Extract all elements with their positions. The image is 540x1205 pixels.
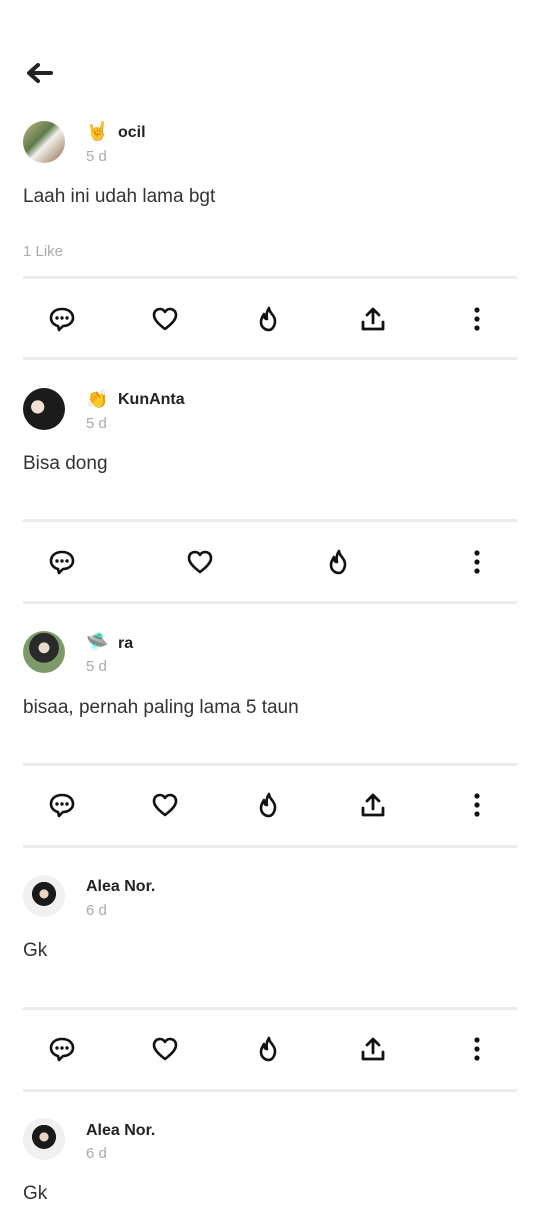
timestamp: 6 d xyxy=(86,1145,107,1162)
fire-icon xyxy=(259,306,277,332)
comment-text: Laah ini udah lama bgt xyxy=(23,186,216,207)
divider xyxy=(23,357,517,360)
username[interactable]: Alea Nor. xyxy=(86,878,155,896)
timestamp: 6 d xyxy=(86,902,107,919)
divider xyxy=(23,763,517,766)
like-button[interactable] xyxy=(149,1033,181,1065)
fire-button[interactable] xyxy=(253,1033,285,1065)
more-button[interactable] xyxy=(461,1033,493,1065)
divider xyxy=(23,519,517,522)
comment-icon xyxy=(49,1037,75,1062)
comment-icon xyxy=(49,307,75,332)
fire-button[interactable] xyxy=(253,303,285,335)
share-icon xyxy=(361,307,385,331)
fire-button[interactable] xyxy=(323,546,355,578)
share-button[interactable] xyxy=(357,1033,389,1065)
badge-emoji: 👏 xyxy=(86,389,109,410)
timestamp: 5 d xyxy=(86,658,107,675)
comment-icon xyxy=(49,793,75,818)
timestamp: 5 d xyxy=(86,148,107,165)
avatar[interactable] xyxy=(23,875,65,917)
comment-text: Bisa dong xyxy=(23,453,108,474)
share-icon xyxy=(361,1037,385,1061)
avatar[interactable] xyxy=(23,121,65,163)
comment-button[interactable] xyxy=(46,546,78,578)
divider xyxy=(23,601,517,604)
fire-icon xyxy=(259,792,277,818)
username[interactable]: KunAnta xyxy=(118,391,185,409)
comment-button[interactable] xyxy=(46,789,78,821)
divider xyxy=(23,845,517,848)
avatar[interactable] xyxy=(23,388,65,430)
badge-emoji: 🤘 xyxy=(86,121,109,142)
more-button[interactable] xyxy=(461,789,493,821)
divider xyxy=(23,1089,517,1092)
fire-button[interactable] xyxy=(253,789,285,821)
badge-emoji: 🛸 xyxy=(86,632,109,653)
username[interactable]: ocil xyxy=(118,124,146,142)
share-button[interactable] xyxy=(357,303,389,335)
avatar[interactable] xyxy=(23,631,65,673)
comment-icon xyxy=(49,550,75,575)
arrow-left-icon xyxy=(27,63,53,83)
like-count[interactable]: 1 Like xyxy=(23,243,63,260)
heart-icon xyxy=(152,307,178,331)
fire-icon xyxy=(259,1036,277,1062)
comment-button[interactable] xyxy=(46,303,78,335)
timestamp: 5 d xyxy=(86,415,107,432)
heart-icon xyxy=(187,550,213,574)
like-button[interactable] xyxy=(149,789,181,821)
more-button[interactable] xyxy=(461,303,493,335)
like-button[interactable] xyxy=(184,546,216,578)
avatar[interactable] xyxy=(23,1118,65,1160)
back-button[interactable] xyxy=(24,60,54,86)
fire-icon xyxy=(329,549,347,575)
more-vertical-icon xyxy=(474,1037,480,1061)
more-vertical-icon xyxy=(474,307,480,331)
comment-button[interactable] xyxy=(46,1033,78,1065)
heart-icon xyxy=(152,793,178,817)
more-button[interactable] xyxy=(461,546,493,578)
more-vertical-icon xyxy=(474,793,480,817)
comment-text: Gk xyxy=(23,1183,48,1204)
divider xyxy=(23,1007,517,1010)
share-button[interactable] xyxy=(357,789,389,821)
share-icon xyxy=(361,793,385,817)
username[interactable]: ra xyxy=(118,635,133,653)
comment-text: Gk xyxy=(23,940,48,961)
username[interactable]: Alea Nor. xyxy=(86,1122,155,1140)
divider xyxy=(23,276,517,279)
comment-text: bisaa, pernah paling lama 5 taun xyxy=(23,697,299,718)
more-vertical-icon xyxy=(474,550,480,574)
heart-icon xyxy=(152,1037,178,1061)
like-button[interactable] xyxy=(149,303,181,335)
